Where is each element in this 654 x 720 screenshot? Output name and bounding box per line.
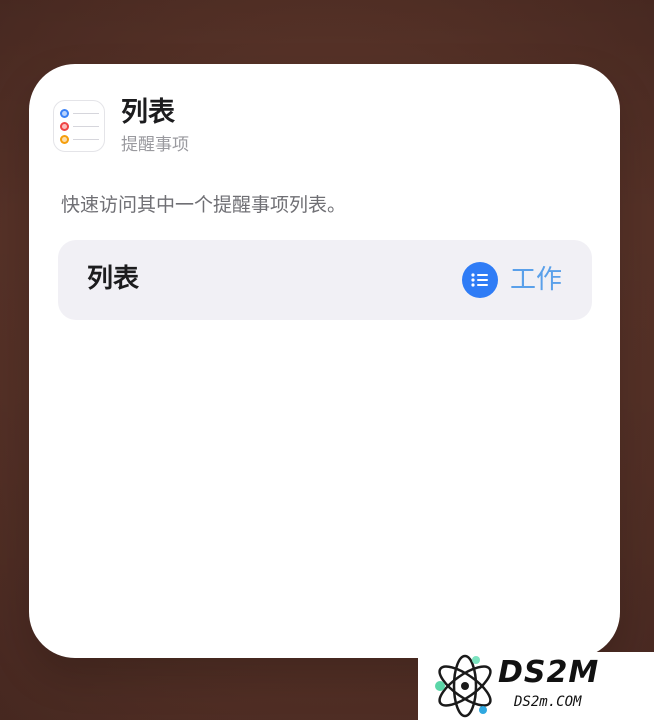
list-bullet-icon — [461, 262, 498, 298]
widget-config-card: 列表 提醒事项 快速访问其中一个提醒事项列表。 列表 工作 — [29, 64, 620, 658]
list-line — [73, 126, 99, 127]
red-dot-icon — [60, 122, 69, 131]
reminders-app-icon — [53, 100, 105, 152]
list-line — [73, 113, 99, 114]
list-parameter-row[interactable]: 列表 工作 — [58, 240, 592, 320]
watermark-brand: DS2M — [498, 655, 600, 690]
orange-dot-icon — [60, 135, 69, 144]
list-parameter-value-text: 工作 — [509, 265, 562, 295]
watermark-url: DS2m.COM — [514, 694, 582, 710]
list-line — [73, 139, 99, 140]
widget-app-name: 提醒事项 — [121, 135, 189, 155]
watermark: DS2M DS2m.COM — [418, 652, 654, 720]
widget-title: 列表 — [121, 97, 175, 128]
widget-description: 快速访问其中一个提醒事项列表。 — [61, 194, 347, 216]
list-parameter-label: 列表 — [87, 264, 140, 294]
list-parameter-value[interactable]: 工作 — [461, 261, 562, 299]
blue-dot-icon — [60, 109, 69, 118]
atom-logo-icon — [435, 654, 492, 718]
list-bullet-glyph — [471, 273, 488, 287]
